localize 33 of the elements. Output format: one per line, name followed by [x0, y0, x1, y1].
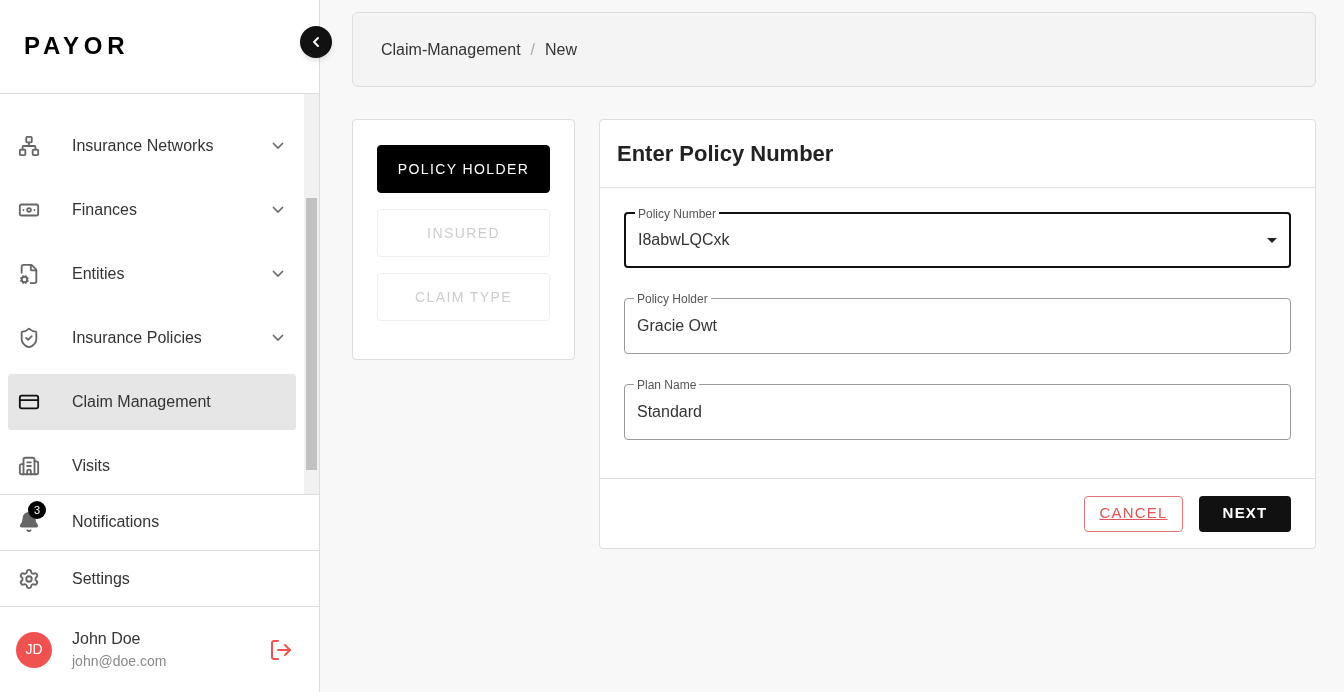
collapse-button[interactable]	[300, 26, 332, 58]
step-button[interactable]: POLICY HOLDER	[377, 145, 550, 193]
user-email: john@doe.com	[72, 652, 168, 672]
chevron-down-icon[interactable]	[272, 206, 284, 214]
logout-icon[interactable]	[269, 637, 293, 662]
nav-item[interactable]: Insurance Policies	[8, 309, 296, 366]
nav-item[interactable]: Entities	[8, 245, 296, 302]
user-name: John Doe	[72, 629, 142, 650]
nav-item[interactable]: Insurance Networks	[8, 117, 296, 174]
network-icon	[18, 134, 40, 157]
breadcrumb-link[interactable]: Claim-Management	[381, 37, 521, 62]
scrollbar[interactable]	[304, 93, 319, 494]
notification-badge: 3	[28, 501, 46, 520]
breadcrumb-separator: /	[530, 39, 536, 60]
chevron-down-icon[interactable]	[272, 270, 284, 278]
file-gear-icon	[18, 262, 40, 285]
cancel-button[interactable]: CANCEL	[1084, 495, 1183, 532]
shield-icon	[18, 326, 40, 349]
chevron-down-icon[interactable]	[272, 142, 284, 150]
user-avatar: JD	[16, 631, 52, 668]
nav-item[interactable]: Visits	[8, 437, 296, 494]
logo: PAYOR	[24, 31, 130, 62]
notifications-item[interactable]: 3 Notifications	[0, 493, 319, 550]
settings-icon	[18, 567, 40, 590]
nav-item[interactable]: Claim Management	[8, 373, 296, 430]
form-title: Enter Policy Number	[617, 140, 834, 168]
settings-item[interactable]: Settings	[0, 549, 319, 607]
next-button[interactable]: NEXT	[1199, 495, 1291, 532]
chevron-down-icon[interactable]	[272, 334, 284, 342]
building-icon	[18, 454, 40, 477]
dropdown-caret-icon	[1267, 237, 1277, 243]
breadcrumb-link[interactable]: New	[545, 37, 578, 62]
nav-item[interactable]: Finances	[8, 181, 296, 238]
